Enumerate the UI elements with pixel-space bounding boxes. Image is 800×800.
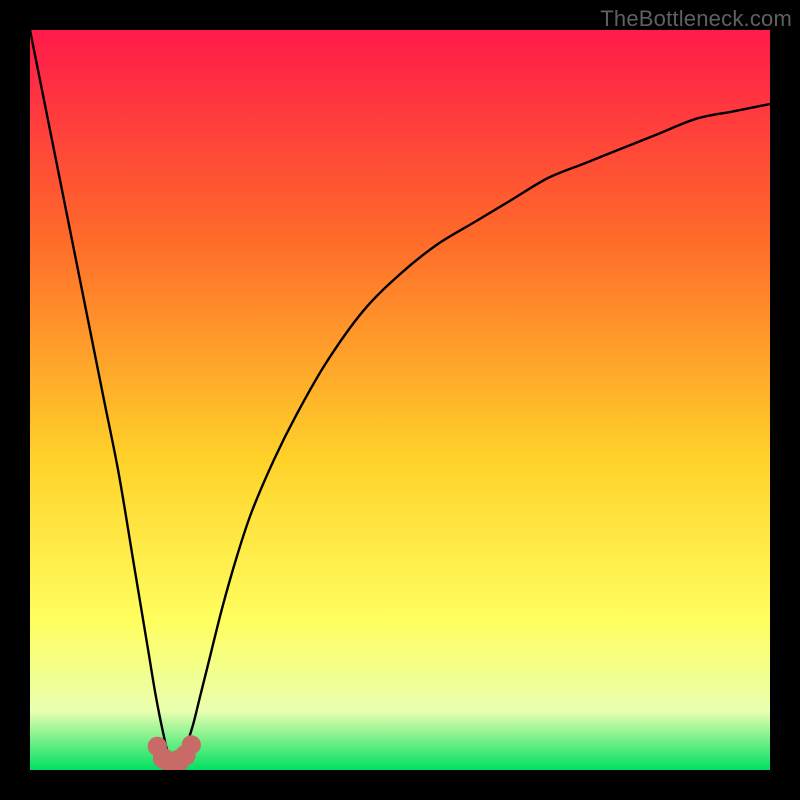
bottleneck-chart	[30, 30, 770, 770]
chart-frame	[30, 30, 770, 770]
gradient-background	[30, 30, 770, 770]
sweet-spot-dot	[182, 735, 201, 754]
watermark-text: TheBottleneck.com	[600, 6, 792, 32]
